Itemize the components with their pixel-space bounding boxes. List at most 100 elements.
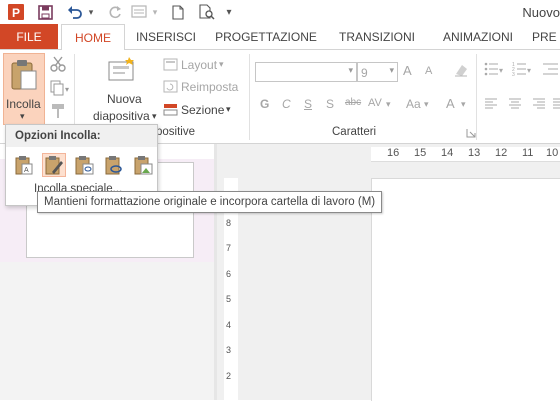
ruler-mark: 2	[226, 371, 232, 381]
underline-button[interactable]: S	[304, 97, 312, 111]
paste-use-destination-theme-button[interactable]: A	[12, 153, 36, 177]
paste-keep-source-link-icon	[105, 156, 122, 175]
powerpoint-logo-icon: P	[4, 2, 28, 22]
character-spacing-button[interactable]: AV	[368, 97, 382, 109]
ruler-mark: 15	[414, 147, 427, 159]
font-name-combo[interactable]: ▾	[255, 62, 357, 82]
paste-options-title: Opzioni Incolla:	[15, 130, 101, 142]
bullets-icon[interactable]: ▾	[484, 62, 504, 79]
align-center-icon[interactable]	[508, 98, 522, 113]
start-from-beginning-icon[interactable]	[128, 2, 150, 22]
align-right-icon[interactable]	[532, 98, 546, 113]
group-separator	[249, 54, 250, 140]
character-spacing-dropdown-icon[interactable]: ▾	[386, 99, 391, 110]
ruler-mark: 8	[226, 218, 232, 228]
section-button[interactable]: Sezione ▾	[163, 101, 243, 119]
align-left-icon[interactable]	[484, 98, 498, 113]
tab-home[interactable]: HOME	[61, 24, 125, 50]
tab-design[interactable]: PROGETTAZIONE	[210, 24, 322, 50]
text-shadow-button[interactable]: S	[326, 97, 334, 111]
font-name-dropdown-icon[interactable]: ▾	[348, 65, 353, 76]
cut-icon[interactable]	[50, 56, 66, 75]
group-separator	[476, 54, 477, 140]
ruler-mark: 14	[441, 147, 454, 159]
slide-canvas[interactable]	[371, 178, 560, 401]
decrease-indent-icon[interactable]	[542, 62, 558, 79]
bold-button[interactable]: G	[260, 97, 269, 111]
font-color-button[interactable]: A	[446, 96, 455, 111]
paste-keep-source-formatting-link-button[interactable]	[102, 153, 126, 177]
reset-label: Reimposta	[181, 80, 239, 94]
ruler-mark: 12	[495, 147, 508, 159]
new-slide-button[interactable]: Nuova diapositiva ▾	[83, 54, 159, 126]
ruler-mark: 5	[226, 294, 232, 304]
horizontal-ruler: 16 15 14 13 12 11 10	[371, 147, 560, 162]
ruler-mark: 13	[468, 147, 481, 159]
ruler-mark: 7	[226, 243, 232, 253]
svg-text:A: A	[24, 167, 29, 174]
shrink-font-button[interactable]: A	[425, 65, 432, 77]
layout-dropdown-icon: ▾	[219, 59, 224, 69]
strikethrough-button[interactable]: abc	[345, 97, 361, 108]
ruler-mark: 4	[226, 320, 232, 330]
customize-qat-icon[interactable]: ▾	[222, 2, 236, 22]
paste-keep-source-formatting-embed-button[interactable]	[42, 153, 66, 177]
new-slide-label-1: Nuova	[107, 92, 142, 106]
svg-text:▾: ▾	[527, 66, 531, 75]
undo-dropdown-icon[interactable]: ▾	[86, 2, 96, 22]
tab-file[interactable]: FILE	[0, 24, 58, 50]
window-title: Nuovo	[522, 5, 560, 20]
change-case-dropdown-icon[interactable]: ▾	[424, 99, 429, 110]
tab-slideshow[interactable]: PRE	[532, 24, 560, 50]
font-size-dropdown-icon[interactable]: ▾	[389, 65, 394, 76]
print-preview-icon[interactable]	[196, 2, 218, 22]
tooltip: Mantieni formattazione originale e incor…	[37, 191, 383, 213]
paste-dropdown-icon: ▾	[20, 111, 25, 121]
font-color-dropdown-icon[interactable]: ▾	[461, 99, 466, 110]
svg-text:3: 3	[512, 72, 515, 76]
justify-icon[interactable]	[552, 98, 560, 113]
svg-text:P: P	[12, 6, 20, 20]
new-document-icon[interactable]	[168, 2, 188, 22]
svg-text:▾: ▾	[65, 85, 69, 94]
paste-button[interactable]: Incolla ▾	[3, 53, 45, 125]
paste-keep-source-formatting-icon	[45, 156, 63, 175]
layout-button[interactable]: Layout ▾	[163, 56, 243, 74]
font-dialog-launcher-icon[interactable]	[466, 127, 476, 141]
numbering-icon[interactable]: 1 2 3 ▾	[512, 62, 532, 79]
layout-icon	[163, 58, 178, 71]
italic-button[interactable]: C	[282, 97, 291, 111]
ruler-mark: 6	[226, 269, 232, 279]
redo-icon[interactable]	[104, 2, 126, 22]
reset-icon	[163, 80, 178, 93]
start-dropdown-icon[interactable]: ▾	[150, 2, 160, 22]
new-slide-label-2: diapositiva	[93, 109, 150, 123]
undo-icon[interactable]	[64, 2, 86, 22]
font-size-combo[interactable]: 9 ▾	[357, 62, 398, 82]
svg-text:▾: ▾	[499, 66, 503, 75]
paste-link-data-icon	[75, 156, 94, 175]
layout-label: Layout	[181, 58, 218, 72]
tab-insert[interactable]: INSERISCI	[130, 24, 202, 50]
format-painter-icon[interactable]	[50, 103, 66, 122]
reset-button[interactable]: Reimposta	[163, 78, 243, 96]
save-icon[interactable]	[34, 2, 56, 22]
tab-transitions[interactable]: TRANSIZIONI	[330, 24, 424, 50]
ruler-mark: 11	[522, 147, 534, 159]
paste-as-picture-button[interactable]	[131, 153, 155, 177]
ruler-mark: 3	[226, 345, 232, 355]
copy-icon[interactable]: ▾	[50, 80, 72, 99]
font-group-label: Caratteri	[332, 126, 377, 138]
new-slide-icon	[108, 57, 134, 81]
ruler-mark: 10	[546, 147, 559, 159]
clear-formatting-icon[interactable]	[453, 62, 469, 81]
quick-access-toolbar: P ▾ ▾ ▾ Nuovo	[0, 0, 560, 24]
tab-animations[interactable]: ANIMAZIONI	[432, 24, 524, 50]
new-slide-dropdown-icon: ▾	[152, 111, 157, 121]
change-case-button[interactable]: Aa	[406, 97, 421, 111]
font-size-value: 9	[361, 66, 368, 80]
paste-use-destination-theme-link-button[interactable]	[72, 153, 96, 177]
paste-icon	[11, 60, 37, 90]
grow-font-button[interactable]: A	[403, 63, 412, 78]
slides-group-label: positive	[156, 126, 195, 138]
